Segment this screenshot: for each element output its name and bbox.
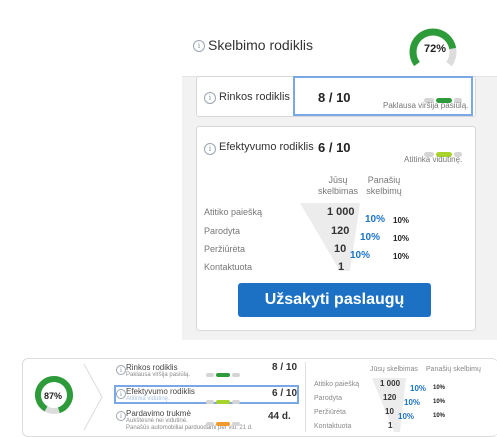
col-header-similar: Panašių skelbimų [366, 175, 402, 196]
row-label-viewed: Peržiūrėta [204, 244, 246, 254]
summary-market-bar [206, 364, 240, 382]
row-yours-viewed: 10% [360, 232, 381, 243]
market-score: 8 / 10 [318, 90, 351, 105]
info-icon[interactable]: i [116, 389, 126, 399]
row-yours-contacted: 10% [350, 250, 371, 261]
summary-row-yours-search: 10% [410, 384, 427, 393]
summary-row-similar-viewed: 10% [433, 413, 446, 419]
sale-duration-value: 44 d. [268, 411, 291, 422]
summary-market-score: 8 / 10 [272, 362, 298, 373]
efficiency-label: Efektyvumo rodiklis [219, 141, 314, 153]
summary-row-value-search: 1 000 [380, 379, 401, 388]
sale-duration-label: Pardavimo trukmė [126, 409, 191, 418]
summary-row-yours-shown: 10% [404, 398, 421, 407]
summary-efficiency-score: 6 / 10 [272, 388, 298, 399]
efficiency-score: 6 / 10 [318, 140, 351, 155]
row-value-viewed: 10 [334, 243, 347, 255]
market-label: Rinkos rodiklis [219, 91, 290, 103]
summary-row-label-shown: Parodyta [314, 395, 343, 402]
row-value-contacted: 1 [338, 261, 345, 273]
info-icon[interactable]: i [204, 92, 216, 104]
summary-efficiency-label: Efektyvumo rodiklis [126, 387, 195, 396]
summary-row-similar-shown: 10% [433, 399, 446, 405]
summary-efficiency-note: Atitinka vidutinę. [126, 396, 170, 402]
row-similar-viewed: 10% [393, 234, 410, 243]
summary-gauge-percent: 87% [44, 391, 63, 401]
summary-row-label-contacted: Kontaktuota [314, 423, 352, 430]
summary-row-label-search: Atitiko paiešką [314, 381, 360, 388]
summary-row-yours-viewed: 10% [398, 412, 415, 421]
row-similar-shown: 10% [393, 216, 410, 225]
info-icon[interactable]: i [204, 143, 216, 155]
col-header-yours: Jūsų skelbimas [318, 175, 359, 196]
row-similar-contacted: 10% [393, 252, 410, 261]
summary-efficiency-bar [206, 391, 240, 409]
sale-duration-note: Aukštesnė nei vidutinė. [126, 418, 188, 424]
summary-row-value-contacted: 1 [388, 421, 393, 430]
info-icon[interactable]: i [116, 365, 126, 375]
summary-row-value-viewed: 10 [385, 407, 394, 416]
gauge-percent: 72% [424, 43, 447, 55]
chevron-divider [83, 363, 103, 431]
row-value-shown: 120 [331, 225, 350, 237]
card-title: Skelbimo rodiklis [208, 37, 314, 53]
summary-row-similar-search: 10% [433, 385, 446, 391]
market-note: Paklausa viršija pasiūlą. [383, 101, 469, 110]
row-label-shown: Parodyta [204, 226, 241, 236]
divider [305, 362, 306, 432]
summary-row-value-shown: 120 [383, 393, 397, 402]
info-icon[interactable]: i [193, 40, 205, 52]
info-icon[interactable]: i [116, 411, 126, 421]
efficiency-note: Atitinka vidutinę. [404, 155, 463, 164]
summary-market-label: Rinkos rodiklis [126, 363, 178, 372]
summary-market-note: Paklausa viršija pasiūlą. [126, 372, 191, 378]
row-label-contacted: Kontaktuota [204, 262, 253, 272]
summary-row-label-viewed: Peržiūrėta [314, 409, 346, 416]
row-value-search: 1 000 [327, 206, 355, 218]
summary-col-header-similar: Panašių skelbimų [426, 366, 481, 373]
row-yours-shown: 10% [365, 214, 386, 225]
summary-col-header-yours: Jūsų skelbimas [370, 366, 418, 373]
order-services-button[interactable]: Užsakyti paslaugų [238, 283, 431, 317]
row-label-search: Atitiko paiešką [204, 207, 263, 217]
sale-duration-bar [206, 413, 240, 431]
